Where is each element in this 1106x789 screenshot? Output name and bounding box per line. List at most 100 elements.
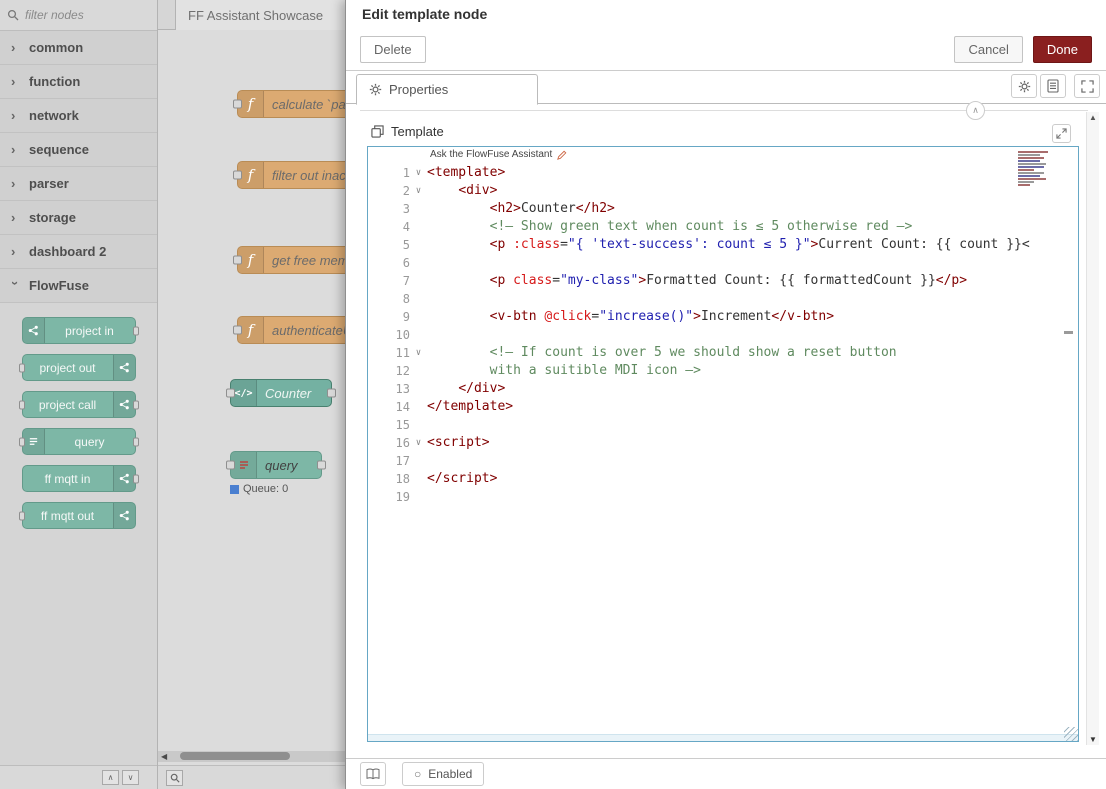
scroll-down-icon[interactable]: ▼: [1087, 735, 1099, 744]
input-port[interactable]: [233, 256, 242, 265]
tab-properties[interactable]: Properties: [356, 74, 538, 105]
editor-scroll-marker[interactable]: [1064, 331, 1073, 334]
code-lines[interactable]: 1∨<template>2∨ <div>3 <h2>Counter</h2>4 …: [368, 164, 1064, 506]
output-port: [133, 437, 139, 446]
input-port[interactable]: [226, 461, 235, 470]
scroll-left-icon[interactable]: ◀: [161, 752, 167, 761]
code-text: <p class="my-class">Formatted Count: {{ …: [427, 272, 967, 290]
fold-spacer: [410, 380, 427, 398]
line-number: 4: [368, 218, 410, 236]
code-text: <script>: [427, 434, 490, 452]
editor-resize-grip[interactable]: [1064, 727, 1078, 741]
node-label: filter out inacti: [264, 162, 345, 188]
dialog-title: Edit template node: [346, 0, 1106, 28]
code-line: 3 <h2>Counter</h2>: [368, 200, 1064, 218]
line-number: 13: [368, 380, 410, 398]
assistant-prompt[interactable]: Ask the FlowFuse Assistant: [430, 149, 567, 160]
palette-category-sequence[interactable]: ›sequence: [0, 133, 157, 167]
node-settings-button[interactable]: [1011, 74, 1037, 98]
palette-sidebar: filter nodes ›common ›function ›network …: [0, 0, 158, 789]
node-description-button[interactable]: [1040, 74, 1066, 98]
input-port[interactable]: [233, 171, 242, 180]
done-button[interactable]: Done: [1033, 36, 1092, 63]
line-number: 8: [368, 290, 410, 308]
canvas-footer: [158, 765, 345, 789]
node-template-counter[interactable]: </> Counter: [230, 379, 332, 407]
fold-spacer: [410, 236, 427, 254]
code-line: 12 with a suitible MDI icon —>: [368, 362, 1064, 380]
palette-category-parser[interactable]: ›parser: [0, 167, 157, 201]
palette-category-network[interactable]: ›network: [0, 99, 157, 133]
palette-category-storage[interactable]: ›storage: [0, 201, 157, 235]
output-port[interactable]: [327, 389, 336, 398]
scroll-up-icon[interactable]: ▲: [1087, 113, 1099, 122]
node-function-calculate[interactable]: f calculate `pay: [237, 90, 345, 118]
code-line: 10: [368, 326, 1064, 344]
fold-spacer: [410, 290, 427, 308]
palette-category-dashboard-2[interactable]: ›dashboard 2: [0, 235, 157, 269]
enabled-toggle-button[interactable]: ○ Enabled: [402, 762, 484, 786]
output-port: [133, 326, 139, 335]
queue-status-badge: Queue: 0: [230, 483, 288, 495]
line-number: 6: [368, 254, 410, 272]
node-function-authenticate-user[interactable]: f authenticateU: [237, 316, 345, 344]
input-port[interactable]: [233, 326, 242, 335]
fold-arrow-icon[interactable]: ∨: [410, 434, 427, 452]
palette-category-common[interactable]: ›common: [0, 31, 157, 65]
template-field-label: Template: [391, 124, 444, 139]
zoom-search-button[interactable]: [166, 770, 183, 786]
palette-node-project-out[interactable]: project out: [22, 354, 136, 381]
palette-node-ff-mqtt-in[interactable]: ff mqtt in: [22, 465, 136, 492]
palette-node-query[interactable]: query: [22, 428, 136, 455]
palette-node-project-call[interactable]: project call: [22, 391, 136, 418]
code-line: 16∨<script>: [368, 434, 1064, 452]
node-appearance-button[interactable]: [1074, 74, 1100, 98]
palette-node-project-in[interactable]: project in: [22, 317, 136, 344]
node-query[interactable]: query: [230, 451, 322, 479]
node-help-button[interactable]: [360, 762, 386, 786]
node-label: calculate `pay: [264, 91, 345, 117]
palette-node-label: project out: [23, 355, 113, 380]
canvas-horizontal-scrollbar[interactable]: ◀: [158, 751, 345, 762]
expand-diagonal-icon: [1056, 128, 1067, 139]
line-number: 16: [368, 434, 410, 452]
input-port[interactable]: [226, 389, 235, 398]
workspace-tabbar: FF Assistant Showcase: [158, 0, 345, 30]
expand-editor-button[interactable]: [1052, 124, 1071, 143]
category-label: common: [29, 40, 83, 55]
dialog-tabs: Properties: [346, 71, 1106, 104]
code-text: </template>: [427, 398, 513, 416]
palette-search-input[interactable]: filter nodes: [0, 0, 157, 31]
palette-collapse-up-button[interactable]: ∧: [102, 770, 119, 785]
palette-category-flowfuse[interactable]: › FlowFuse: [0, 269, 157, 303]
category-label: FlowFuse: [29, 278, 89, 293]
output-port[interactable]: [317, 461, 326, 470]
palette-node-ff-mqtt-out[interactable]: ff mqtt out: [22, 502, 136, 529]
scrollbar-thumb[interactable]: [180, 752, 290, 760]
dialog-tab-icons: [1011, 74, 1100, 98]
palette-category-function[interactable]: ›function: [0, 65, 157, 99]
editor-resize-bar[interactable]: [368, 734, 1078, 741]
cancel-button[interactable]: Cancel: [954, 36, 1022, 63]
delete-button[interactable]: Delete: [360, 36, 426, 63]
chevron-down-icon: ›: [8, 281, 23, 290]
node-function-get-free-memory[interactable]: f get free memo: [237, 246, 345, 274]
node-function-filter[interactable]: f filter out inacti: [237, 161, 345, 189]
output-port: [133, 474, 139, 483]
fold-arrow-icon[interactable]: ∨: [410, 182, 427, 200]
category-label: network: [29, 108, 79, 123]
fold-arrow-icon[interactable]: ∨: [410, 164, 427, 182]
palette-collapse-down-button[interactable]: ∨: [122, 770, 139, 785]
editor-minimap[interactable]: [1018, 151, 1052, 197]
flow-tab[interactable]: FF Assistant Showcase: [175, 0, 345, 30]
edit-template-node-dialog: Edit template node Delete Cancel Done Pr…: [345, 0, 1106, 789]
fold-arrow-icon[interactable]: ∨: [410, 344, 427, 362]
dialog-scrollbar[interactable]: ▲ ▼: [1086, 112, 1099, 745]
workspace-canvas[interactable]: FF Assistant Showcase f calculate `pay f…: [158, 0, 345, 789]
code-text: </div>: [427, 380, 505, 398]
input-port[interactable]: [233, 100, 242, 109]
fold-spacer: [410, 218, 427, 236]
section-collapse-button[interactable]: ∧: [966, 101, 985, 120]
template-code-editor[interactable]: Ask the FlowFuse Assistant 1∨<template>2…: [367, 146, 1079, 742]
section-divider: ∧: [360, 110, 1088, 111]
